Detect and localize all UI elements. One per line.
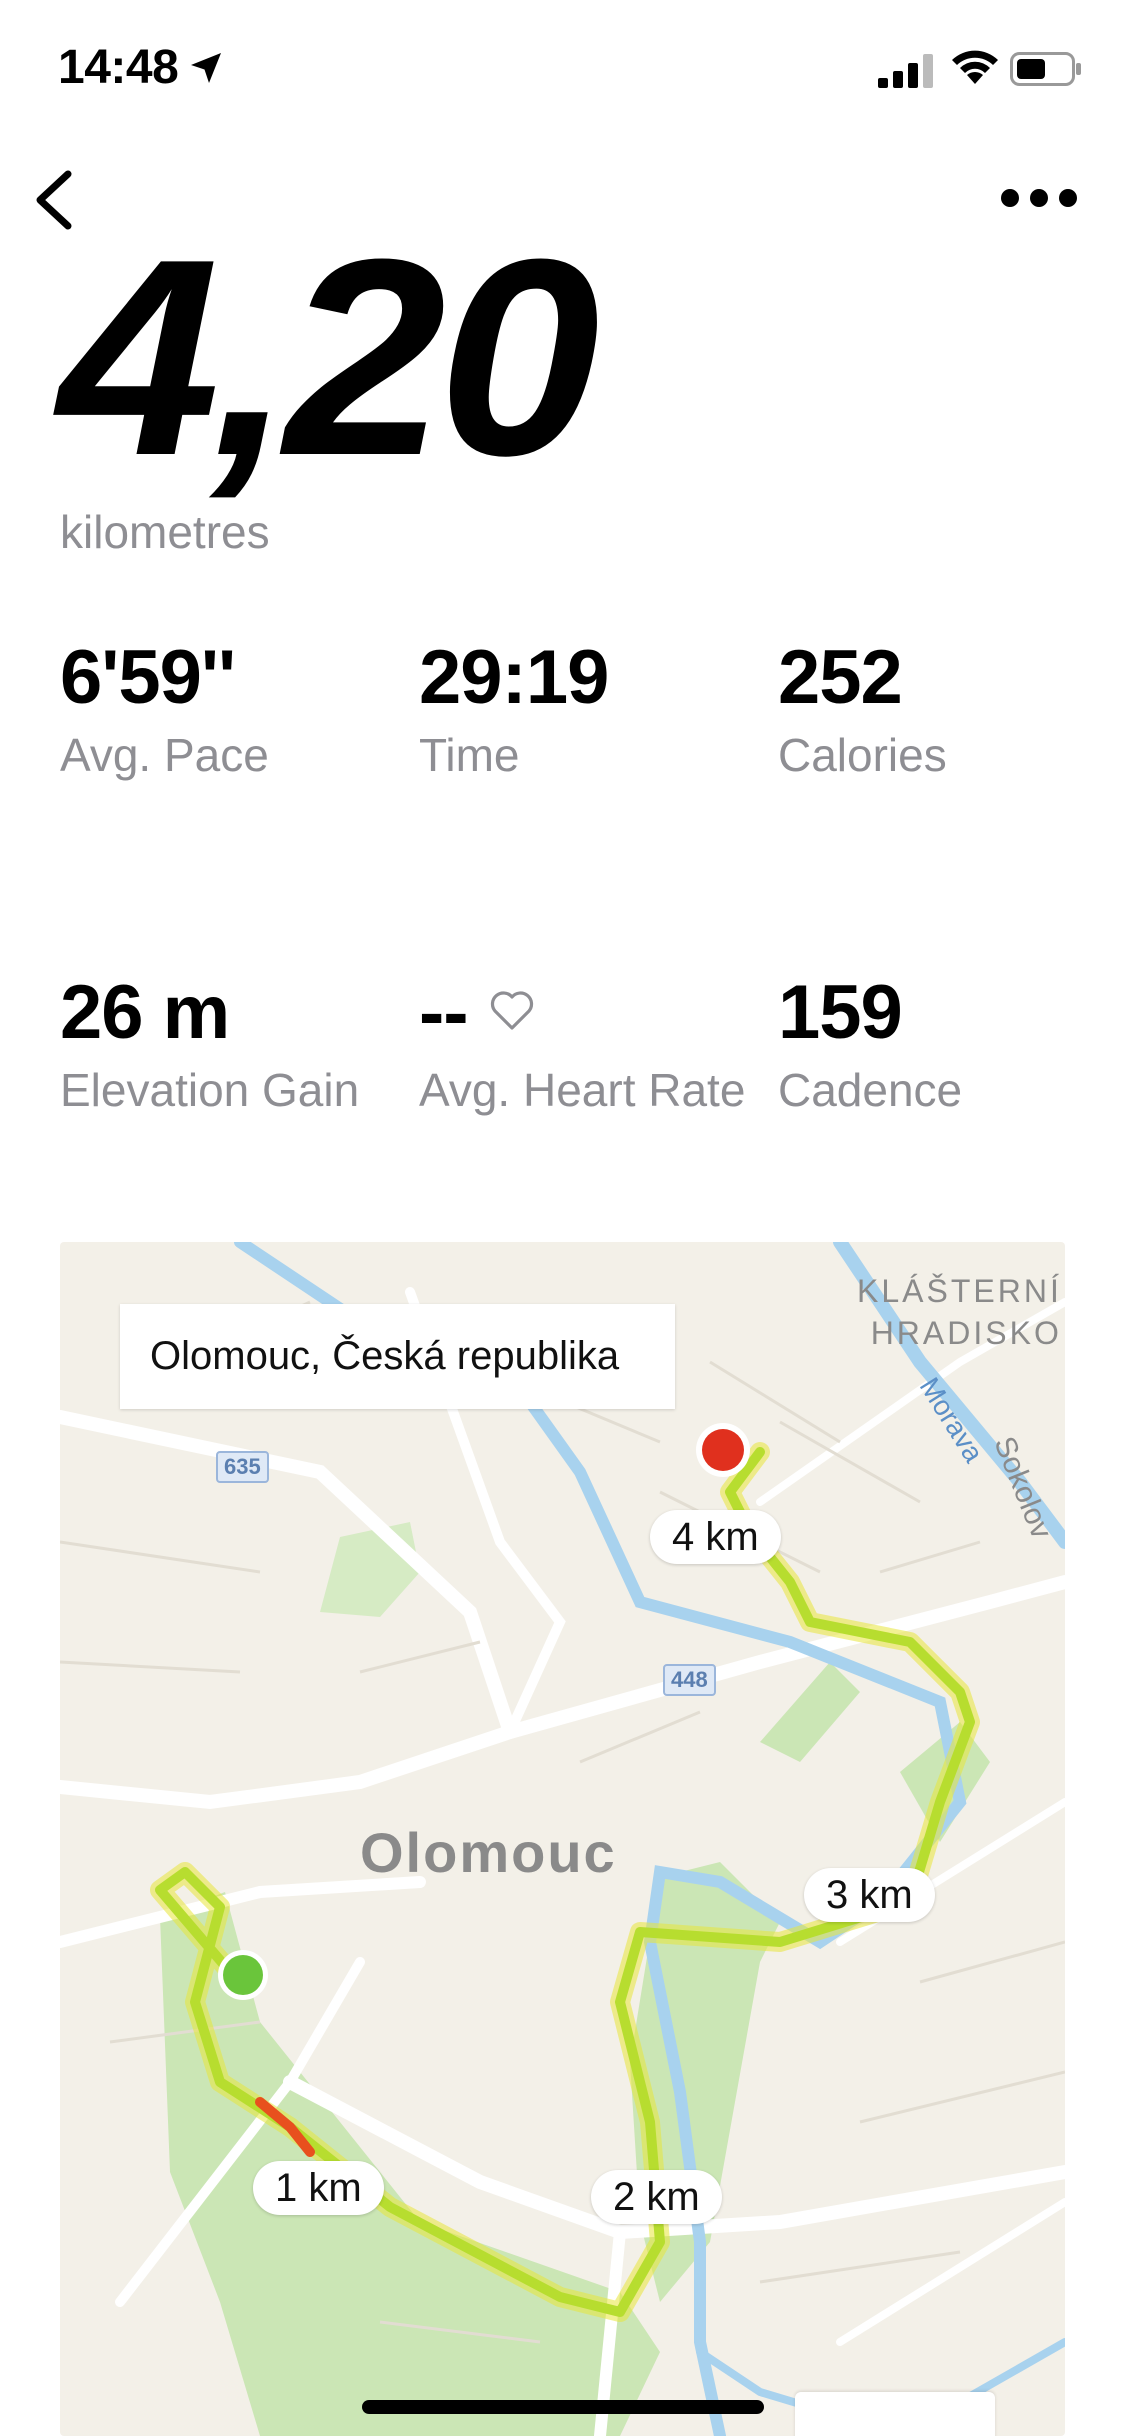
- district-label-line-2: HRADISKO: [870, 1315, 1062, 1351]
- map-control[interactable]: [795, 2392, 995, 2436]
- more-button[interactable]: [995, 170, 1085, 230]
- location-label: Olomouc, Česká republika: [120, 1304, 675, 1409]
- time-label: Time: [419, 729, 520, 781]
- location-arrow-icon: [191, 53, 221, 83]
- heart-outline-icon: [490, 991, 533, 1030]
- city-label: Olomouc: [360, 1821, 617, 1884]
- calories-value: 252: [778, 635, 903, 720]
- km-marker: 2 km: [591, 2170, 722, 2224]
- km-marker: 1 km: [253, 2161, 384, 2215]
- heart-rate-value: --: [419, 970, 469, 1055]
- cellular-signal-icon: [878, 54, 933, 88]
- ellipsis-icon: [1001, 189, 1077, 207]
- km-marker: 4 km: [650, 1510, 781, 1564]
- elevation-gain-value: 26 m: [60, 970, 230, 1055]
- home-indicator[interactable]: [362, 2400, 764, 2414]
- battery-icon: [1010, 52, 1081, 86]
- cadence-label: Cadence: [778, 1064, 963, 1116]
- district-label-line-1: KLÁŠTERNÍ: [857, 1273, 1062, 1309]
- road-badge: 635: [216, 1451, 269, 1483]
- heart-rate-label: Avg. Heart Rate: [419, 1064, 746, 1116]
- location-text: Olomouc, Česká republika: [150, 1334, 620, 1378]
- cadence-value: 159: [778, 970, 903, 1055]
- route-map[interactable]: 635 448 KLÁŠTERNÍ HRADISKO Morava Sokolo…: [60, 1242, 1065, 2436]
- elevation-gain-label: Elevation Gain: [60, 1064, 360, 1116]
- status-time: 14:48: [58, 41, 179, 94]
- distance-value: 4,20: [58, 202, 600, 514]
- avg-pace-value: 6'59'': [60, 635, 236, 720]
- heart-rate-value-row: --: [419, 975, 536, 1051]
- km-marker: 3 km: [804, 1868, 935, 1922]
- time-value: 29:19: [419, 635, 609, 720]
- calories-label: Calories: [778, 729, 947, 781]
- road-badge: 448: [663, 1664, 716, 1696]
- wifi-icon: [952, 50, 998, 84]
- district-label: KLÁŠTERNÍ HRADISKO: [857, 1270, 1062, 1354]
- avg-pace-label: Avg. Pace: [60, 729, 269, 781]
- distance-unit: kilometres: [60, 506, 270, 558]
